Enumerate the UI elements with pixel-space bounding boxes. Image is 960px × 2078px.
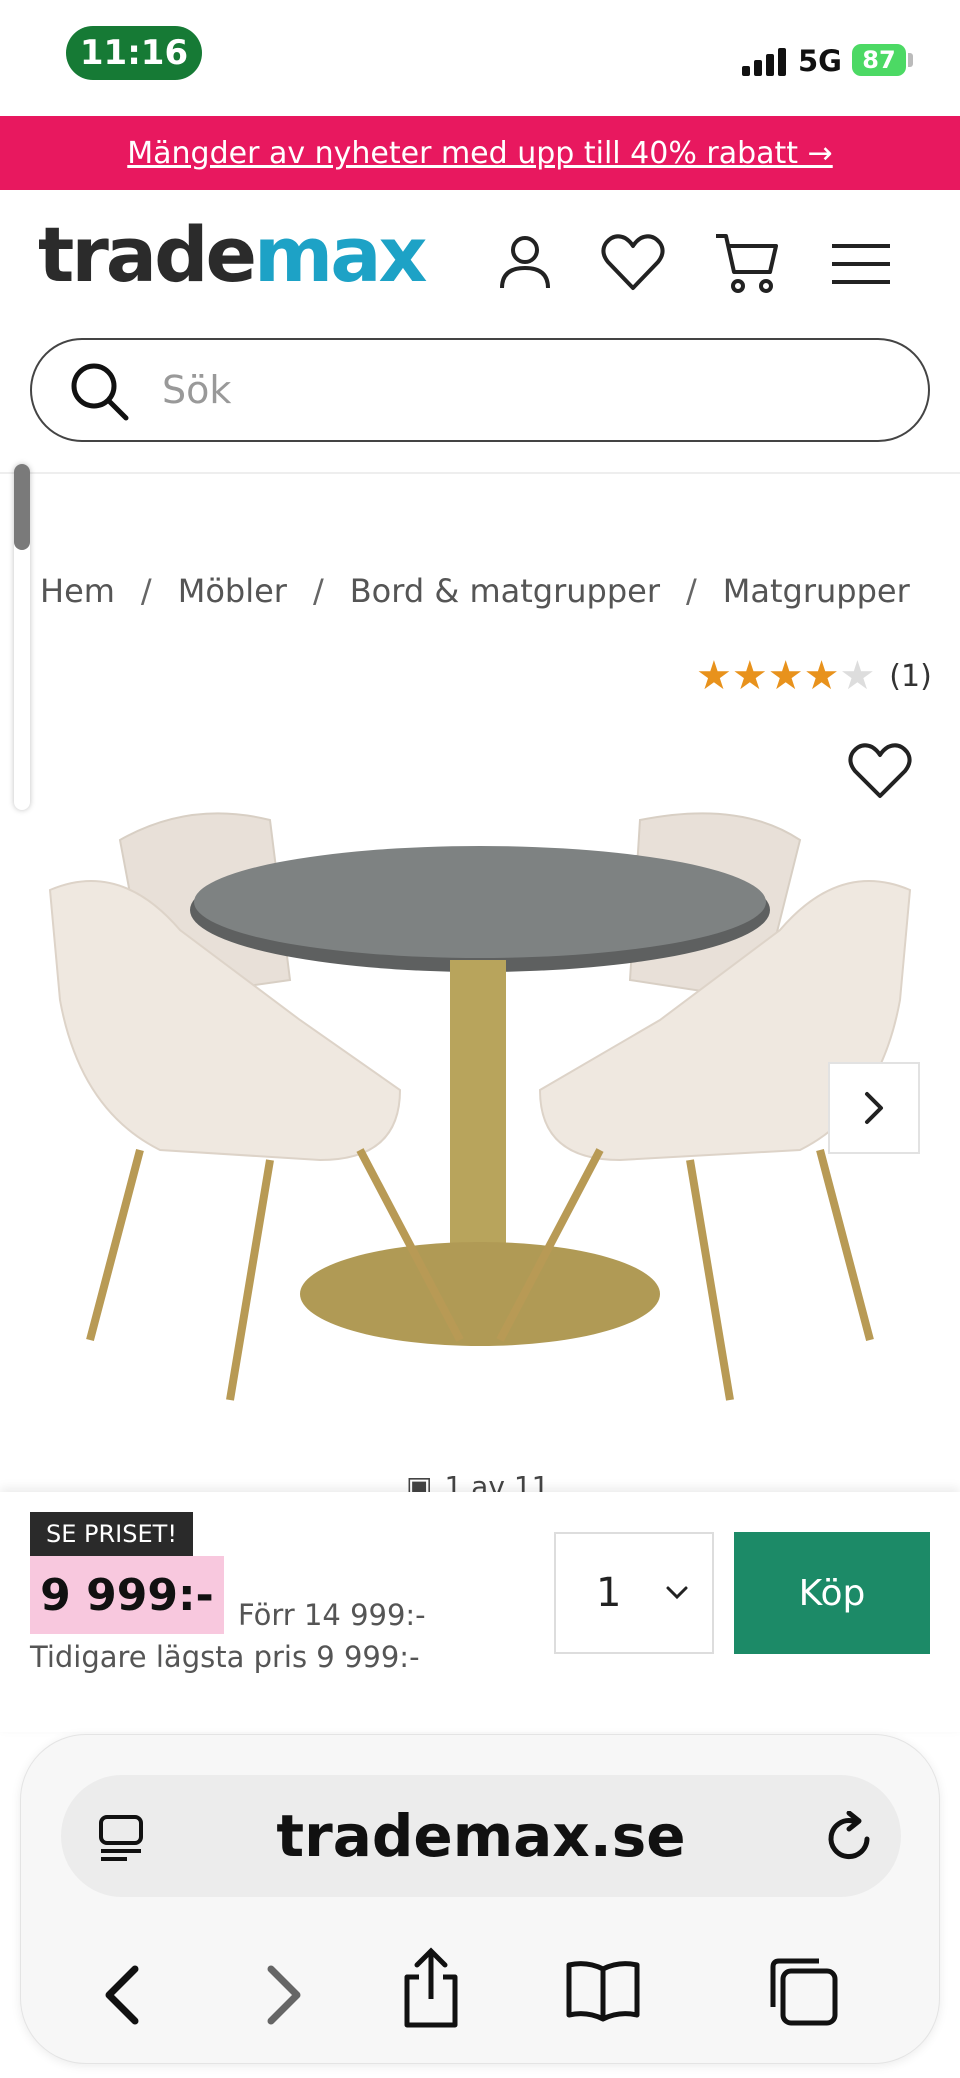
status-bar: 11:16 5G 87: [0, 0, 960, 116]
forward-icon[interactable]: [261, 1963, 305, 2031]
product-image[interactable]: [40, 780, 920, 1440]
logo-text-trade: trade: [38, 210, 257, 299]
sticky-buy-bar: SE PRISET! 9 999:- Förr 14 999:- Tidigar…: [0, 1492, 960, 1732]
quantity-select[interactable]: 1: [554, 1532, 714, 1654]
bookmarks-icon[interactable]: [565, 1959, 641, 2027]
price-badge: SE PRISET!: [30, 1512, 193, 1556]
review-count: (1): [889, 658, 932, 694]
tabs-icon[interactable]: [767, 1955, 841, 2033]
star-empty-icon: ★: [839, 653, 876, 699]
chevron-down-icon: [666, 1586, 688, 1600]
cart-icon[interactable]: [712, 228, 782, 298]
star-icon: ★: [696, 653, 732, 699]
breadcrumb-item-hem[interactable]: Hem: [40, 572, 115, 610]
search-icon: [68, 360, 132, 424]
star-icon: ★: [767, 653, 804, 699]
logo-text-max: max: [254, 210, 427, 299]
reload-icon[interactable]: [823, 1810, 877, 1869]
product-rating[interactable]: ★ ★ ★ ★ ★ (1): [696, 656, 932, 696]
back-icon[interactable]: [101, 1963, 145, 2031]
battery-tip: [908, 53, 913, 67]
buy-button[interactable]: Köp: [734, 1532, 930, 1654]
breadcrumb-divider: /: [312, 572, 324, 610]
breadcrumb-item-mobler[interactable]: Möbler: [178, 572, 287, 610]
search-input[interactable]: Sök: [30, 338, 930, 442]
search-placeholder: Sök: [162, 368, 232, 412]
network-type: 5G: [798, 44, 842, 78]
star-icon: ★: [731, 653, 768, 699]
scrollbar-thumb[interactable]: [14, 464, 30, 550]
battery-icon: 87: [852, 44, 906, 76]
gallery-next-button[interactable]: [828, 1062, 920, 1154]
quantity-value: 1: [596, 1570, 622, 1616]
breadcrumb-divider: /: [140, 572, 152, 610]
breadcrumb-divider: /: [686, 572, 697, 610]
promo-banner-link[interactable]: Mängder av nyheter med upp till 40% raba…: [0, 116, 960, 190]
menu-icon[interactable]: [826, 228, 896, 298]
url-text: trademax.se: [276, 1802, 686, 1870]
status-time: 11:16: [66, 26, 202, 80]
price: 9 999:-: [30, 1556, 224, 1634]
signal-icon: [742, 46, 790, 76]
address-bar[interactable]: trademax.se: [61, 1775, 901, 1897]
breadcrumb-item-matgrupper[interactable]: Matgrupper: [723, 572, 910, 610]
trademax-logo[interactable]: trademax: [38, 210, 428, 299]
heart-icon[interactable]: [598, 228, 668, 298]
browser-toolbar: trademax.se: [20, 1734, 940, 2064]
chevron-right-icon: [865, 1092, 883, 1124]
breadcrumb-item-bord[interactable]: Bord & matgrupper: [350, 572, 660, 610]
site-header: trademax: [0, 190, 960, 340]
star-icon: ★: [803, 653, 840, 699]
header-divider: [0, 472, 960, 474]
breadcrumb: Hem / Möbler / Bord & matgrupper / Matgrupper: [40, 572, 910, 610]
share-icon[interactable]: [399, 1947, 463, 2035]
before-price: Förr 14 999:-: [238, 1598, 426, 1632]
lowest-price-note: Tidigare lägsta pris 9 999:-: [30, 1640, 420, 1674]
account-icon[interactable]: [490, 228, 560, 298]
